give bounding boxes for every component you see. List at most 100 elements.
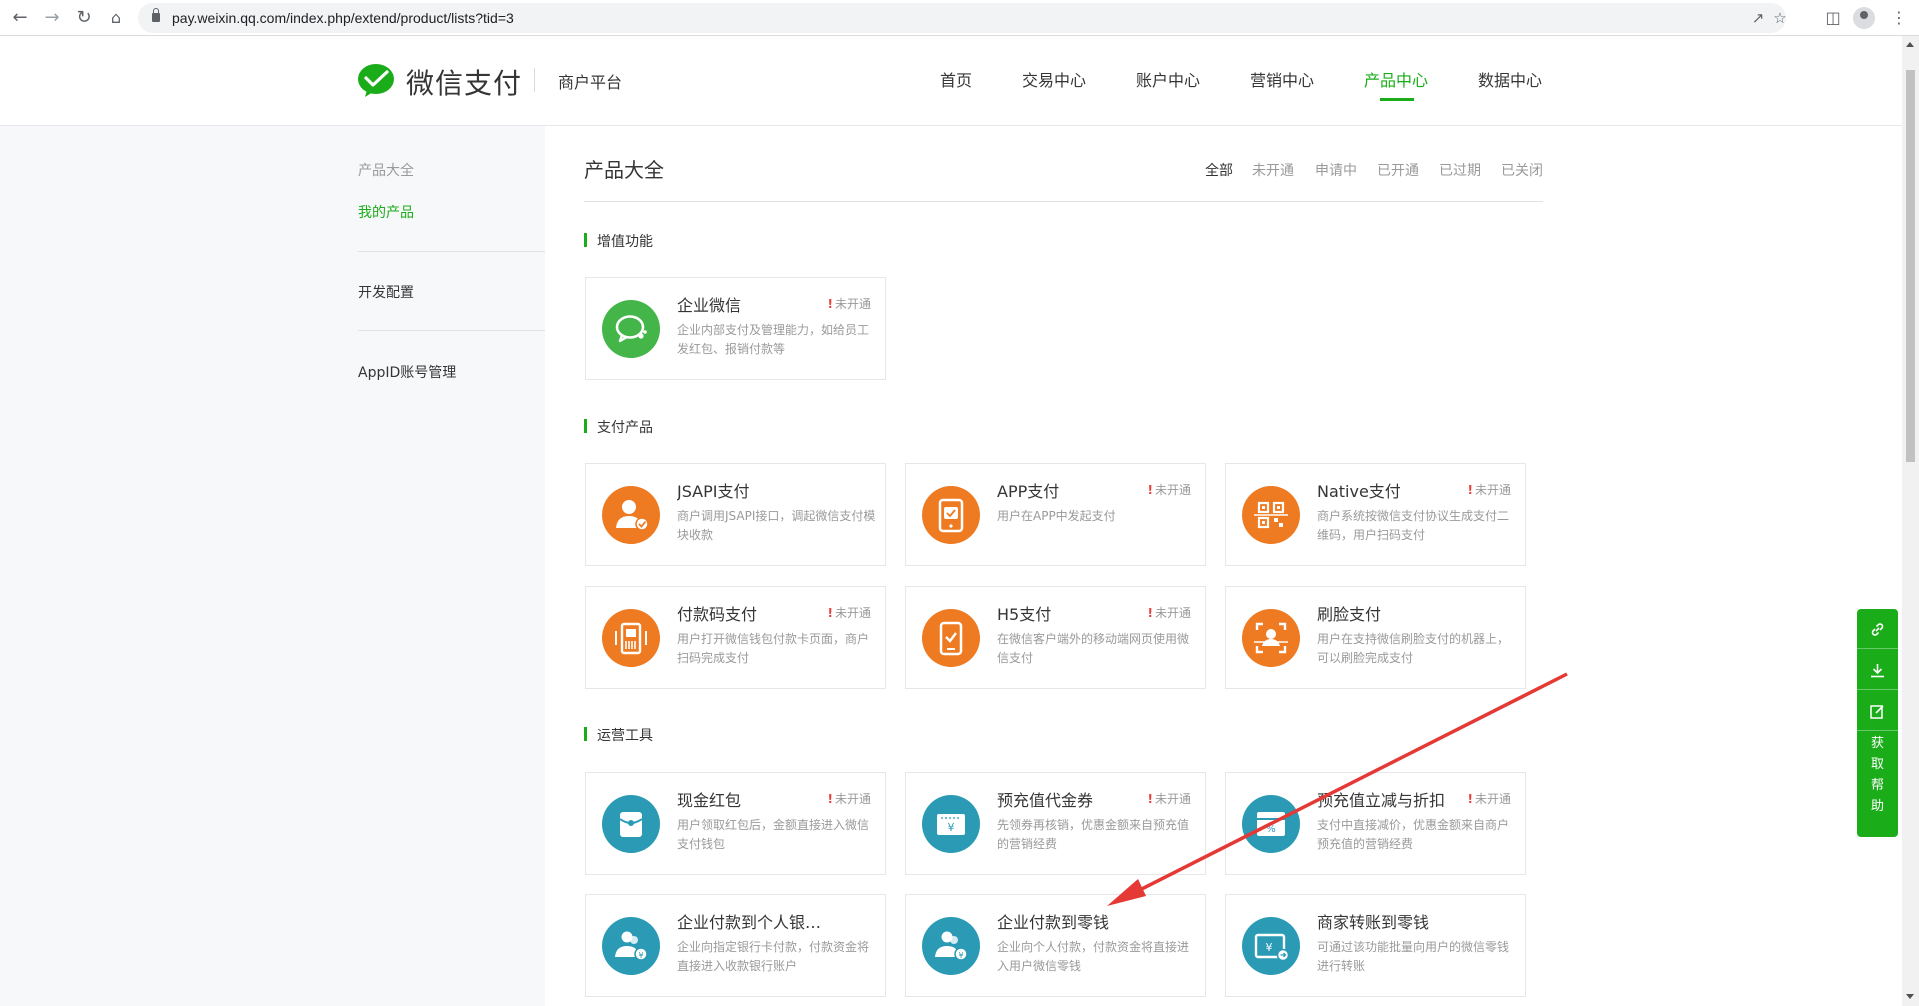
card-name: 企业付款到个人银… [677,913,822,932]
nav-product-center[interactable]: 产品中心 [1364,67,1428,91]
card-status: ! 未开通 [1467,792,1512,806]
profile-avatar-icon[interactable] [1853,7,1875,29]
pay-to-balance-icon: ¥ [922,917,980,975]
scroll-down-icon[interactable] [1906,994,1914,999]
url-text: pay.weixin.qq.com/index.php/extend/produ… [172,10,514,26]
h5-phone-icon [922,609,980,667]
filter-closed[interactable]: 已关闭 [1501,160,1543,180]
download-button[interactable] [1857,650,1898,690]
nav-marketing-center[interactable]: 营销中心 [1250,67,1314,91]
side-panel-icon[interactable]: ◫ [1821,6,1845,30]
product-card-wework[interactable]: 企业微信 ! 未开通 企业内部支付及管理能力，如给员工发红包、报销付款等 [585,277,886,380]
floating-help-toolbar: 获 取 帮 助 [1857,609,1898,837]
card-status: ! 未开通 [827,297,872,311]
logo-divider [534,68,535,92]
card-name: 付款码支付 [677,605,758,624]
help-label-char: 取 [1870,757,1884,772]
card-description: 用户领取红包后，金额直接进入微信支付钱包 [677,818,870,851]
card-description: 用户在支持微信刷脸支付的机器上，可以刷脸完成支付 [1317,632,1510,665]
card-status: ! 未开通 [1147,606,1192,620]
browser-toolbar: ← → ↻ ⌂ pay.weixin.qq.com/index.php/exte… [0,0,1919,36]
product-card-app[interactable]: APP支付 ! 未开通 用户在APP中发起支付 [905,463,1206,566]
product-card-face-pay[interactable]: 刷脸支付 用户在支持微信刷脸支付的机器上，可以刷脸完成支付 [1225,586,1526,689]
svg-text:¥: ¥ [1266,941,1273,954]
page-scrollbar[interactable] [1902,36,1919,1006]
card-name: 企业微信 [677,296,742,315]
sidebar-divider [358,251,545,252]
merchant-transfer-icon: ¥ [1242,917,1300,975]
sidebar-divider [358,330,545,331]
card-name: 刷脸支付 [1317,605,1382,624]
product-card-cash-red-packet[interactable]: 现金红包 ! 未开通 用户领取红包后，金额直接进入微信支付钱包 [585,772,886,875]
section-marker [584,419,587,433]
card-description: 先领券再核销，优惠金额来自预充值的营销经费 [997,818,1190,851]
product-card-merchant-transfer[interactable]: ¥ 商家转账到零钱 可通过该功能批量向用户的微信零钱进行转账 [1225,894,1526,997]
reload-icon[interactable]: ↻ [72,6,96,30]
filter-not-opened[interactable]: 未开通 [1252,160,1294,180]
product-card-jsapi[interactable]: JSAPI支付 商户调用JSAPI接口，调起微信支付模块收款 [585,463,886,566]
back-arrow-icon[interactable]: ← [8,6,32,30]
nav-account-center[interactable]: 账户中心 [1136,67,1200,91]
logo-text[interactable]: 微信支付 [406,62,522,102]
nav-data-center[interactable]: 数据中心 [1478,67,1542,91]
nav-trade-center[interactable]: 交易中心 [1022,67,1086,91]
face-pay-icon [1242,609,1300,667]
sidebar-item-my-products[interactable]: 我的产品 [358,202,414,222]
product-card-pay-to-balance[interactable]: ¥ 企业付款到零钱 企业向个人付款，付款资金将直接进入用户微信零钱 [905,894,1206,997]
app-phone-icon [922,486,980,544]
card-name: 预充值代金券 [997,791,1094,810]
card-status: ! 未开通 [827,792,872,806]
scroll-up-icon[interactable] [1906,42,1914,47]
wechat-pay-logo-icon[interactable] [357,63,395,99]
qrcode-icon [1242,486,1300,544]
filter-applying[interactable]: 申请中 [1315,160,1357,180]
card-status: ! 未开通 [827,606,872,620]
red-packet-icon [602,795,660,853]
product-card-prepaid-voucher[interactable]: ¥ 预充值代金券 ! 未开通 先领券再核销，优惠金额来自预充值的营销经费 [905,772,1206,875]
edit-button[interactable] [1857,691,1898,731]
section-title: 运营工具 [597,728,653,744]
nav-active-indicator [1380,98,1414,101]
product-card-h5[interactable]: H5支付 ! 未开通 在微信客户端外的移动端网页使用微信支付 [905,586,1206,689]
svg-text:%: % [1266,824,1276,835]
edit-icon [1870,705,1884,719]
card-description: 企业内部支付及管理能力，如给员工发红包、报销付款等 [677,323,870,356]
svg-text:¥: ¥ [958,951,963,960]
filter-expired[interactable]: 已过期 [1439,160,1481,180]
filter-all[interactable]: 全部 [1205,160,1233,180]
home-icon[interactable]: ⌂ [104,6,128,30]
scrollbar-thumb[interactable] [1906,70,1915,462]
filter-opened[interactable]: 已开通 [1377,160,1419,180]
bookmark-star-icon[interactable]: ☆ [1770,8,1790,28]
sidebar-item-appid-management[interactable]: AppID账号管理 [358,362,456,382]
product-card-pay-to-bank[interactable]: ¥ 企业付款到个人银… 企业向指定银行卡付款，付款资金将直接进入收款银行账户 [585,894,886,997]
share-icon[interactable]: ↗ [1748,8,1768,28]
product-card-native[interactable]: Native支付 ! 未开通 商户系统按微信支付协议生成支付二维码，用户扫码支付 [1225,463,1526,566]
jsapi-user-icon [602,486,660,544]
wework-icon [602,300,660,358]
product-card-prepaid-discount[interactable]: % 预充值立减与折扣 ! 未开通 支付中直接减价，优惠金额来自商户预充值的营销经费 [1225,772,1526,875]
sidebar-item-dev-config[interactable]: 开发配置 [358,282,414,302]
card-name: JSAPI支付 [677,482,750,501]
product-card-micropay[interactable]: 付款码支付 ! 未开通 用户打开微信钱包付款卡页面，商户扫码完成支付 [585,586,886,689]
page-title: 产品大全 [584,158,664,182]
card-description: 商户调用JSAPI接口，调起微信支付模块收款 [677,509,876,542]
card-name: Native支付 [1317,482,1401,501]
menu-kebab-icon[interactable]: ⋮ [1887,6,1911,30]
card-name: 现金红包 [677,791,742,810]
sidebar: 产品大全 我的产品 开发配置 AppID账号管理 [0,126,545,1006]
card-description: 支付中直接减价，优惠金额来自商户预充值的营销经费 [1317,818,1510,851]
lock-icon [152,8,160,22]
card-status: ! 未开通 [1147,483,1192,497]
link-button[interactable] [1857,609,1898,649]
card-description: 用户在APP中发起支付 [997,509,1116,523]
address-bar[interactable]: pay.weixin.qq.com/index.php/extend/produ… [138,3,1787,33]
barcode-scanner-icon [602,609,660,667]
section-marker [584,233,587,247]
get-help-button[interactable]: 获 取 帮 助 [1857,733,1898,817]
section-marker [584,727,587,741]
nav-home[interactable]: 首页 [940,67,972,91]
forward-arrow-icon[interactable]: → [40,6,64,30]
card-status: ! 未开通 [1467,483,1512,497]
download-icon [1871,664,1884,678]
